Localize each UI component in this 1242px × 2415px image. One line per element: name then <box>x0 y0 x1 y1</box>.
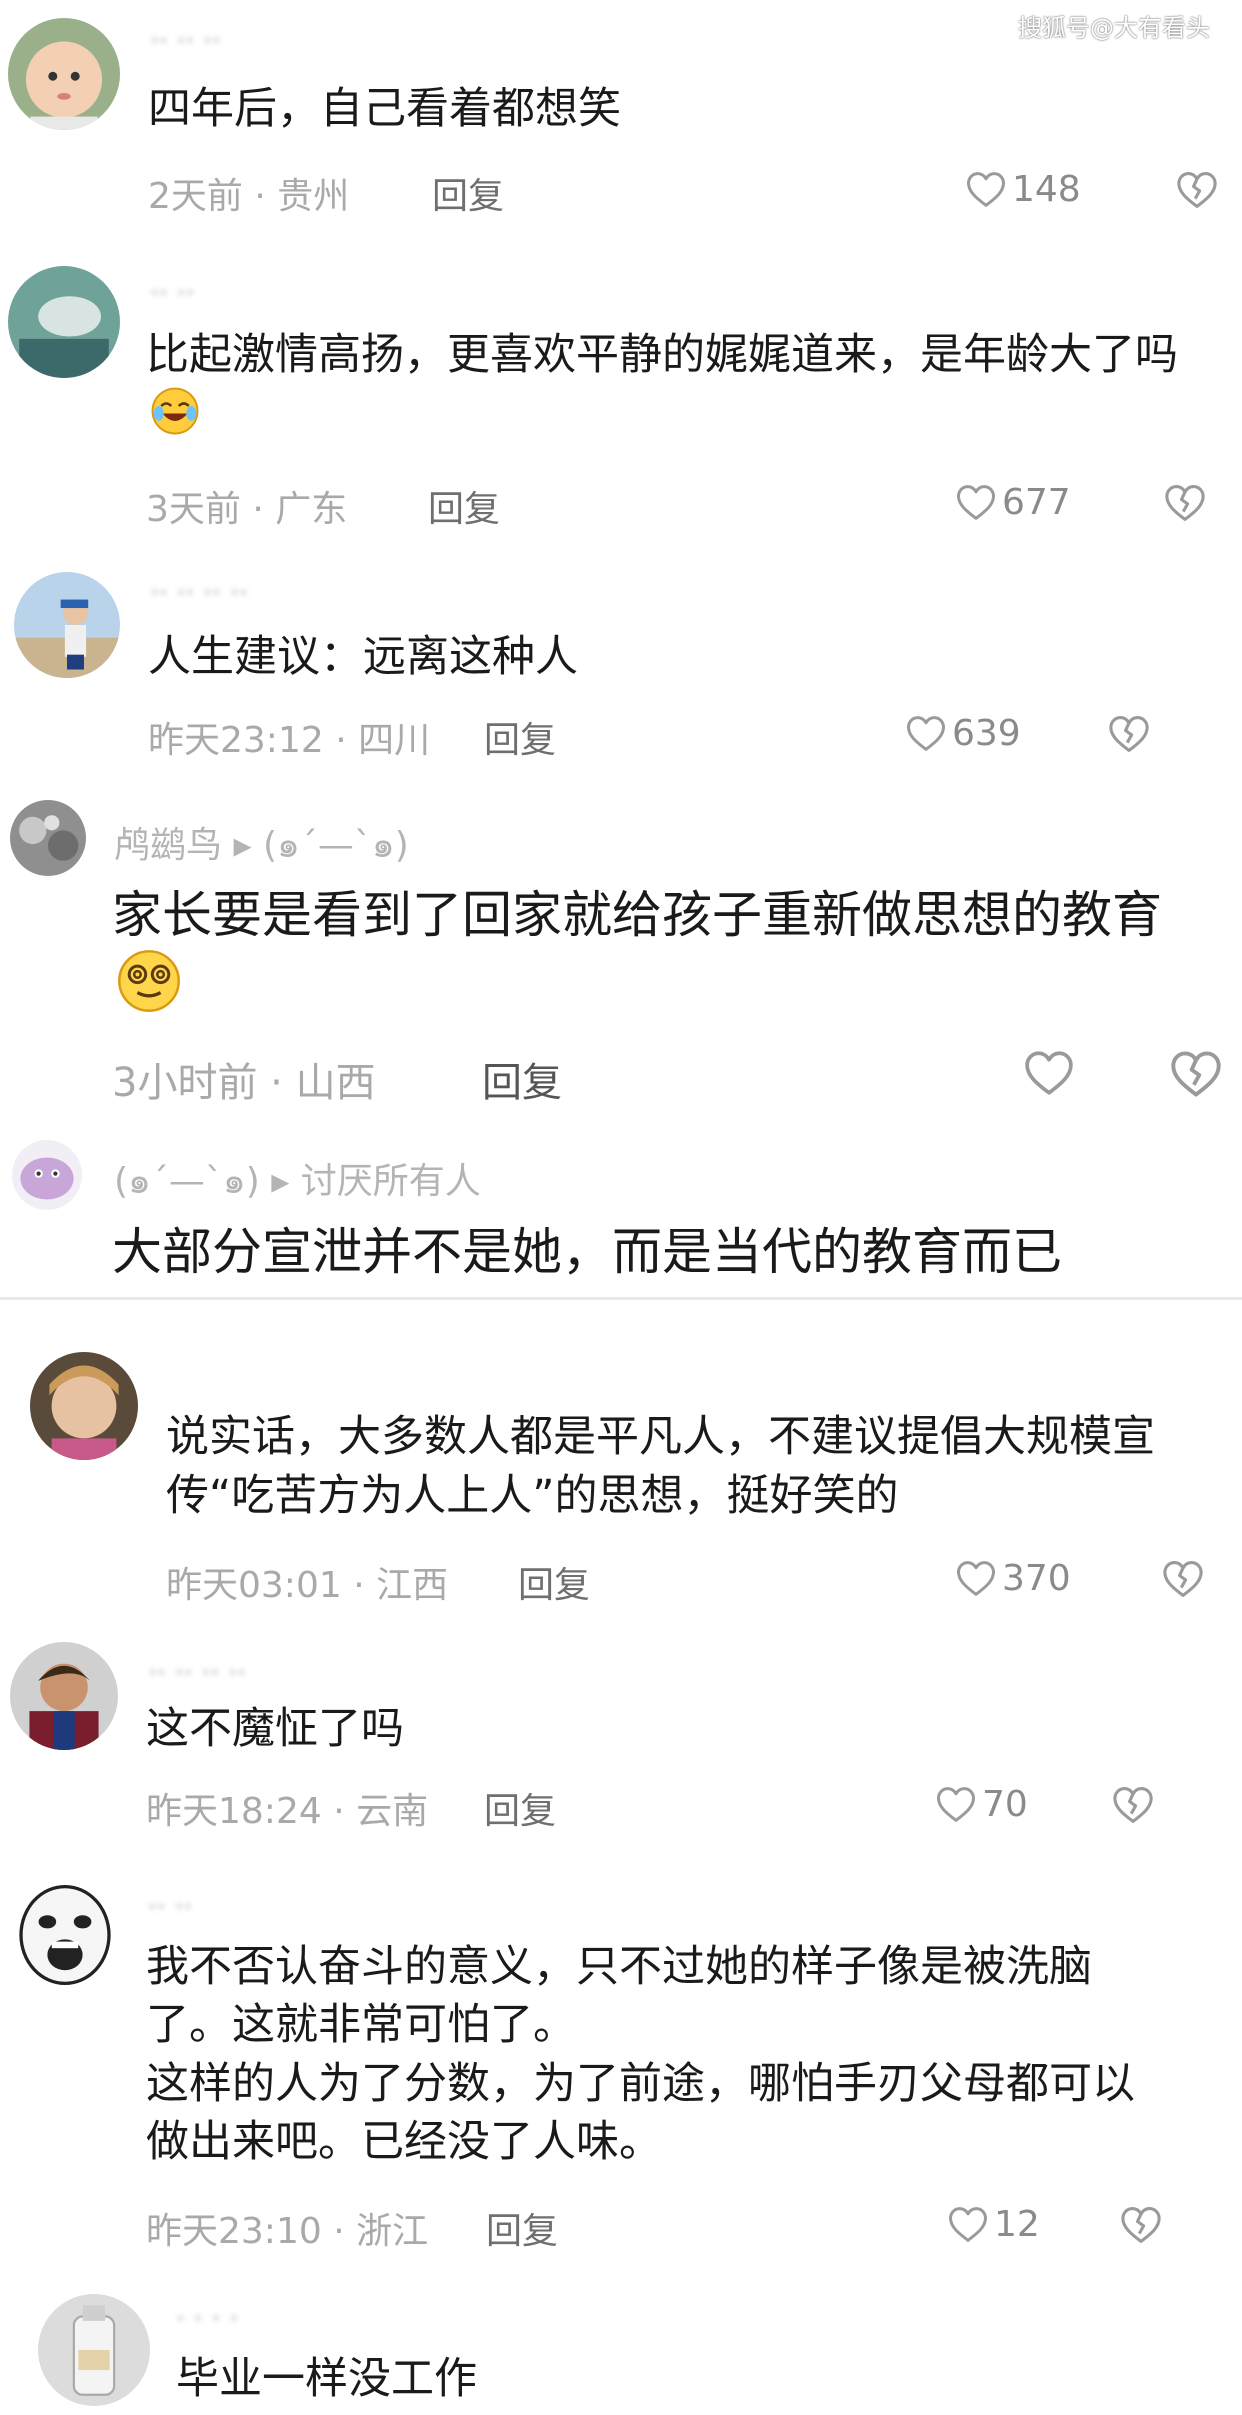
username[interactable]: (๑ˊ—ˋ๑) ▸ 讨厌所有人 <box>114 1152 481 1209</box>
username[interactable]: 鸬鹚鸟 ▸ (๑ˊ—ˋ๑) <box>114 816 409 873</box>
avatar[interactable] <box>38 2294 150 2406</box>
comment-text: 毕业一样没工作 <box>176 2354 477 2404</box>
broken-heart-icon[interactable] <box>1176 171 1218 209</box>
time-location: 昨天03:01 · 江西 <box>166 1565 449 1606</box>
comment-text: 我不否认奋斗的意义，只不过她的样子像是被洗脑了。这就非常可怕了。 这样的人为了分… <box>146 1942 1135 2168</box>
like-button[interactable]: 370 <box>956 1558 1071 1599</box>
username[interactable]: ·· ·· ·· ·· <box>148 1656 246 1689</box>
like-count: 70 <box>982 1784 1028 1825</box>
username[interactable]: ·· ·· <box>150 276 195 309</box>
avatar[interactable] <box>10 1642 118 1750</box>
comment-text: 说实话，大多数人都是平凡人，不建议提倡大规模宣传“吃苦方为人上人”的思想，挺好笑… <box>166 1412 1155 1522</box>
broken-heart-icon[interactable] <box>1108 715 1150 753</box>
like-button[interactable]: 12 <box>948 2204 1040 2245</box>
heart-icon <box>956 484 996 521</box>
watermark: 搜狐号@大有看头 <box>1018 14 1210 42</box>
reply-button[interactable]: 回复 <box>482 1050 562 1108</box>
heart-icon <box>1024 1050 1074 1096</box>
like-count: 370 <box>1002 1558 1071 1599</box>
avatar[interactable] <box>10 800 86 876</box>
heart-icon <box>956 1560 996 1597</box>
like-button[interactable] <box>1024 1050 1080 1096</box>
like-count: 677 <box>1002 482 1071 523</box>
time-location: 2天前 · 贵州 <box>148 176 350 217</box>
reply-button[interactable]: 回复 <box>484 711 556 763</box>
time-location: 昨天23:10 · 浙江 <box>146 2211 429 2252</box>
heart-icon <box>966 171 1006 208</box>
reply-button[interactable]: 回复 <box>428 480 500 532</box>
comment-text: 比起激情高扬，更喜欢平静的娓娓道来，是年龄大了吗 <box>146 326 1206 445</box>
comment-text: 家长要是看到了回家就给孩子重新做思想的教育 <box>112 882 1212 1018</box>
avatar[interactable] <box>8 266 120 378</box>
broken-heart-icon[interactable] <box>1120 2206 1162 2244</box>
username[interactable]: ·· ·· ·· ·· <box>150 576 248 609</box>
broken-heart-icon[interactable] <box>1170 1050 1222 1098</box>
comment-text-content: 家长要是看到了回家就给孩子重新做思想的教育 <box>112 886 1162 944</box>
reply-button[interactable]: 回复 <box>518 1556 590 1608</box>
avatar[interactable] <box>30 1352 138 1460</box>
heart-icon <box>936 1786 976 1823</box>
broken-heart-icon[interactable] <box>1164 484 1206 522</box>
heart-icon <box>948 2206 988 2243</box>
heart-icon <box>906 715 946 752</box>
reply-button[interactable]: 回复 <box>486 2202 558 2254</box>
avatar[interactable] <box>10 1880 120 1990</box>
broken-heart-icon[interactable] <box>1162 1560 1204 1598</box>
like-button[interactable]: 639 <box>906 713 1021 754</box>
like-button[interactable]: 677 <box>956 482 1071 523</box>
time-location: 昨天18:24 · 云南 <box>146 1791 429 1832</box>
avatar[interactable] <box>14 572 120 678</box>
like-count: 12 <box>994 2204 1040 2245</box>
reply-button[interactable]: 回复 <box>432 167 504 219</box>
comment-text: 人生建议：远离这种人 <box>148 632 578 682</box>
dizzy-face-emoji-icon <box>116 948 182 1014</box>
like-count: 639 <box>952 713 1021 754</box>
time-location: 昨天23:12 · 四川 <box>148 720 431 761</box>
reply-button[interactable]: 回复 <box>484 1782 556 1834</box>
username[interactable]: ·· ·· <box>148 1890 193 1923</box>
comment-text-content: 比起激情高扬，更喜欢平静的娓娓道来，是年龄大了吗 <box>146 330 1178 380</box>
avatar[interactable] <box>8 18 120 130</box>
time-location: 3天前 · 广东 <box>146 489 348 530</box>
comment-text: 大部分宣泄并不是她，而是当代的教育而已 <box>112 1223 1062 1281</box>
like-button[interactable]: 148 <box>966 169 1081 210</box>
like-count: 148 <box>1012 169 1081 210</box>
avatar[interactable] <box>12 1140 82 1210</box>
username[interactable]: ·· ·· ·· <box>150 24 221 57</box>
time-location: 3小时前 · 山西 <box>112 1060 376 1106</box>
laughing-emoji-icon <box>150 386 200 436</box>
like-button[interactable]: 70 <box>936 1784 1028 1825</box>
divider <box>0 1297 1242 1300</box>
broken-heart-icon[interactable] <box>1112 1786 1154 1824</box>
comment-text: 这不魔怔了吗 <box>146 1704 404 1754</box>
comment-text: 四年后，自己看着都想笑 <box>148 84 621 134</box>
username[interactable]: · · · · <box>176 2302 238 2335</box>
